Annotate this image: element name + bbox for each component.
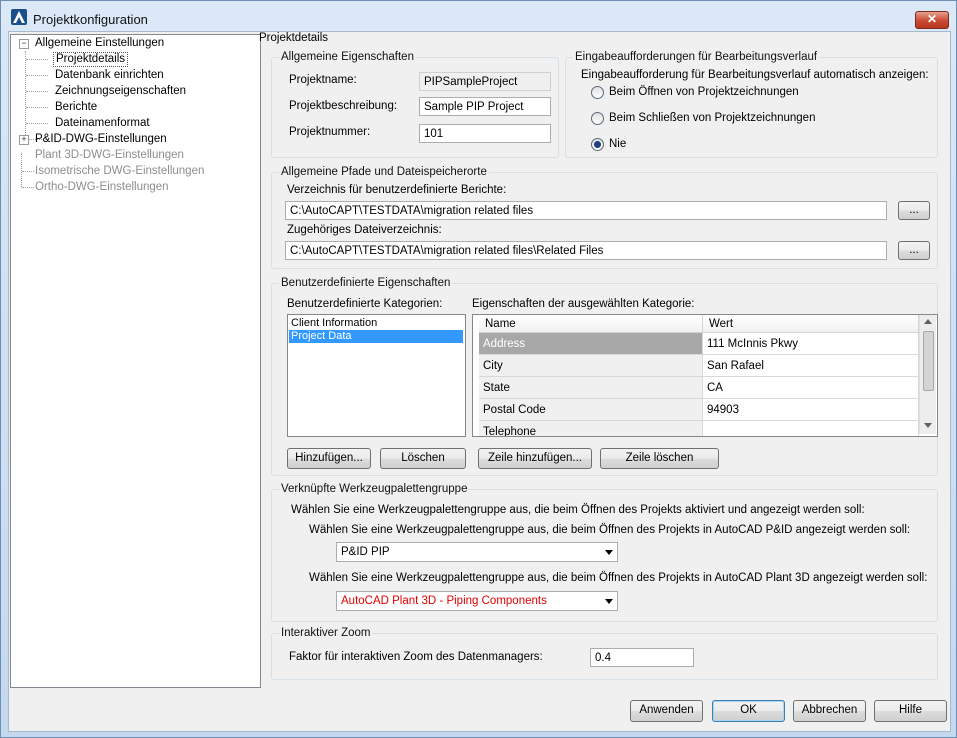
window-title: Projektkonfiguration	[33, 12, 148, 27]
table-row-value[interactable]	[703, 421, 919, 436]
reports-dir-field[interactable]: C:\AutoCAPT\TESTDATA\migration related f…	[285, 201, 887, 220]
tree-item-berichte[interactable]: Berichte	[55, 100, 97, 115]
column-header-name[interactable]: Name	[479, 315, 703, 333]
tree-item-datenbank-einrichten[interactable]: Datenbank einrichten	[55, 68, 164, 83]
tool-palette-intro: Wählen Sie eine Werkzeugpalettengruppe a…	[291, 504, 865, 516]
plant3d-palette-select[interactable]: AutoCAD Plant 3D - Piping Components	[336, 591, 618, 611]
chevron-down-icon[interactable]	[605, 550, 613, 555]
project-number-label: Projektnummer:	[289, 126, 371, 138]
related-dir-field[interactable]: C:\AutoCAPT\TESTDATA\migration related f…	[285, 241, 887, 260]
tree-item-projektdetails[interactable]: Projektdetails	[53, 52, 129, 67]
autocad-logo-icon	[11, 9, 27, 25]
tree-line	[25, 51, 26, 141]
expand-icon[interactable]: +	[19, 135, 29, 145]
table-row-value[interactable]: 111 McInnis Pkwy	[703, 333, 919, 355]
delete-category-button[interactable]: Löschen	[380, 448, 466, 469]
scroll-thumb[interactable]	[923, 331, 934, 391]
table-row-name[interactable]: State	[479, 377, 703, 399]
list-item[interactable]: Client Information	[289, 317, 463, 330]
section-title: Projektdetails	[259, 32, 329, 44]
zoom-factor-label: Faktor für interaktiven Zoom des Datenma…	[289, 651, 543, 663]
radio-on-close-label[interactable]: Beim Schließen von Projektzeichnungen	[609, 112, 815, 124]
radio-on-open[interactable]	[591, 86, 604, 99]
table-row-name[interactable]: City	[479, 355, 703, 377]
categories-list[interactable]: Client Information Project Data	[287, 314, 466, 437]
chevron-down-icon[interactable]	[605, 599, 613, 604]
edit-history-prompts-title: Eingabeaufforderungen für Bearbeitungsve…	[573, 51, 820, 63]
tree-item-zeichnungseigenschaften[interactable]: Zeichnungseigenschaften	[55, 84, 186, 99]
cancel-button[interactable]: Abbrechen	[793, 700, 866, 722]
add-category-button[interactable]: Hinzufügen...	[287, 448, 371, 469]
tree-item-isometrische-dwg-einstellungen: Isometrische DWG-Einstellungen	[35, 165, 205, 177]
tree-line	[26, 75, 48, 76]
properties-grid[interactable]: Name Wert Address 111 McInnis Pkwy City …	[472, 314, 938, 437]
radio-on-open-label[interactable]: Beim Öffnen von Projektzeichnungen	[609, 86, 799, 98]
table-row-name[interactable]: Postal Code	[479, 399, 703, 421]
tree-line	[26, 91, 48, 92]
collapse-icon[interactable]: −	[19, 39, 29, 49]
reports-dir-label: Verzeichnis für benutzerdefinierte Beric…	[287, 184, 507, 196]
properties-label: Eigenschaften der ausgewählten Kategorie…	[472, 298, 695, 310]
tree-item-dateinamenformat[interactable]: Dateinamenformat	[55, 116, 150, 131]
table-row-name[interactable]: Telephone	[479, 421, 703, 436]
help-button[interactable]: Hilfe	[874, 700, 947, 722]
edit-history-question: Eingabeaufforderung für Bearbeitungsverl…	[581, 69, 929, 81]
properties-scrollbar[interactable]	[919, 315, 936, 434]
related-dir-label: Zugehöriges Dateiverzeichnis:	[287, 224, 442, 236]
tree-line	[21, 153, 22, 187]
tree-line	[26, 59, 48, 60]
table-row-value[interactable]: CA	[703, 377, 919, 399]
interactive-zoom-title: Interaktiver Zoom	[279, 627, 373, 639]
plant3d-palette-label: Wählen Sie eine Werkzeugpalettengruppe a…	[309, 572, 928, 584]
tree-line	[26, 107, 48, 108]
tree-line	[26, 123, 48, 124]
categories-label: Benutzerdefinierte Kategorien:	[287, 298, 443, 310]
tree-line	[22, 171, 34, 172]
add-row-button[interactable]: Zeile hinzufügen...	[478, 448, 592, 469]
apply-button[interactable]: Anwenden	[630, 700, 703, 722]
column-header-value[interactable]: Wert	[703, 315, 919, 333]
project-name-label: Projektname:	[289, 74, 357, 86]
scroll-up-icon[interactable]	[924, 319, 932, 324]
table-row-name[interactable]: Address	[479, 333, 703, 355]
scroll-down-icon[interactable]	[924, 423, 932, 428]
custom-properties-title: Benutzerdefinierte Eigenschaften	[279, 277, 453, 289]
tree-item-pid-dwg-einstellungen[interactable]: P&ID-DWG-Einstellungen	[35, 132, 167, 147]
dialog-window: Projektkonfiguration ✕ − Allgemeine Eins…	[0, 0, 957, 738]
pid-palette-select[interactable]: P&ID PIP	[336, 542, 618, 562]
project-number-field[interactable]: 101	[419, 124, 551, 143]
table-row-value[interactable]: San Rafael	[703, 355, 919, 377]
title-bar[interactable]: Projektkonfiguration ✕	[1, 1, 956, 31]
table-row-value[interactable]: 94903	[703, 399, 919, 421]
plant3d-palette-value: AutoCAD Plant 3D - Piping Components	[341, 595, 547, 607]
paths-title: Allgemeine Pfade und Dateispeicherorte	[279, 166, 489, 178]
tree-item-allgemeine-einstellungen[interactable]: Allgemeine Einstellungen	[35, 36, 164, 51]
tree-line	[22, 187, 34, 188]
tree-item-plant3d-dwg-einstellungen: Plant 3D-DWG-Einstellungen	[35, 149, 184, 161]
ok-button[interactable]: OK	[712, 700, 785, 722]
project-description-label: Projektbeschreibung:	[289, 100, 398, 112]
radio-never-label[interactable]: Nie	[609, 138, 626, 150]
dialog-client-area: − Allgemeine Einstellungen Projektdetail…	[8, 31, 951, 732]
radio-never[interactable]	[591, 138, 604, 151]
pid-palette-label: Wählen Sie eine Werkzeugpalettengruppe a…	[309, 524, 911, 536]
project-name-field: PIPSampleProject	[419, 72, 551, 91]
tool-palette-title: Verknüpfte Werkzeugpalettengruppe	[279, 483, 470, 495]
zoom-factor-field[interactable]: 0.4	[590, 648, 694, 667]
radio-on-close[interactable]	[591, 112, 604, 125]
project-description-field[interactable]: Sample PIP Project	[419, 97, 551, 116]
tree-item-ortho-dwg-einstellungen: Ortho-DWG-Einstellungen	[35, 181, 169, 193]
pid-palette-value: P&ID PIP	[341, 546, 390, 558]
settings-tree[interactable]: − Allgemeine Einstellungen Projektdetail…	[10, 34, 261, 688]
browse-related-button[interactable]: ...	[898, 241, 930, 260]
delete-row-button[interactable]: Zeile löschen	[600, 448, 719, 469]
browse-reports-button[interactable]: ...	[898, 201, 930, 220]
close-button[interactable]: ✕	[915, 11, 949, 29]
general-properties-title: Allgemeine Eigenschaften	[279, 51, 416, 63]
list-item[interactable]: Project Data	[289, 330, 463, 343]
